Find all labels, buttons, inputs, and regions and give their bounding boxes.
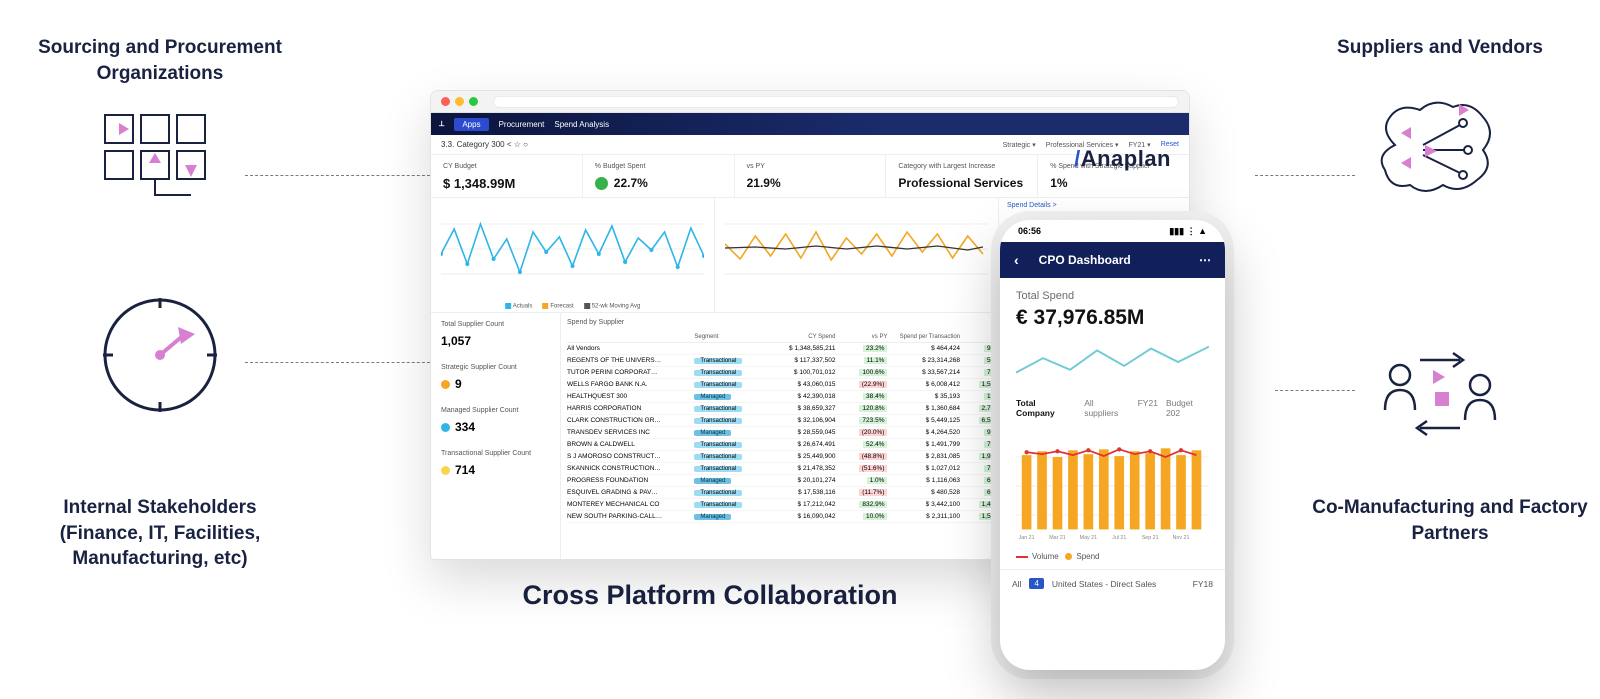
- grid-icon: [95, 105, 235, 225]
- nav-apps[interactable]: Apps: [454, 118, 488, 131]
- svg-text:May 21: May 21: [1080, 535, 1097, 541]
- kpi-cat-title: Category with Largest Increase: [898, 163, 1025, 170]
- phone-title: CPO Dashboard: [1039, 253, 1131, 267]
- kpi-pct-budget-value: 22.7%: [614, 176, 648, 190]
- kpi-strat-value: 1%: [1050, 176, 1177, 190]
- dot-icon: [441, 466, 450, 475]
- total-supplier-count: 1,057: [441, 334, 550, 348]
- traffic-light-min-icon[interactable]: [455, 97, 464, 106]
- dot-icon: [441, 380, 450, 389]
- table-row[interactable]: PROGRESS FOUNDATIONManaged$ 20,101,2741.…: [567, 475, 1012, 487]
- kpi-cy-budget-value: $ 1,348.99M: [443, 176, 570, 191]
- stakeholder-label-tl: Sourcing and Procurement Organizations: [20, 35, 300, 86]
- spend-by-supplier-table: Spend by Supplier Segment CY Spend vs PY…: [561, 313, 1019, 560]
- table-row[interactable]: SKANNICK CONSTRUCTION…Transactional$ 21,…: [567, 463, 1012, 475]
- table-row[interactable]: MONTEREY MECHANICAL COTransactional$ 17,…: [567, 499, 1012, 511]
- kpi-cy-budget-title: CY Budget: [443, 163, 570, 170]
- stakeholder-label-br: Co-Manufacturing and Factory Partners: [1300, 495, 1600, 546]
- table-row[interactable]: BROWN & CALDWELLTransactional$ 26,674,49…: [567, 439, 1012, 451]
- anaplan-logo: /Anaplan: [1074, 146, 1171, 172]
- signal-icon: ▮▮▮ ⋮ ▲: [1169, 226, 1207, 237]
- trend-chart-right: [715, 198, 999, 312]
- breadcrumb-path[interactable]: 3.3. Category 300 < ☆ ○: [441, 140, 528, 149]
- connector-line: [1275, 390, 1355, 391]
- phone-mockup: 06:56 ▮▮▮ ⋮ ▲ ‹ CPO Dashboard ⋯ Total Sp…: [1000, 220, 1225, 670]
- total-spend-value: € 37,976.85M: [1016, 306, 1209, 330]
- phone-time: 06:56: [1018, 226, 1041, 236]
- table-row[interactable]: S J AMOROSO CONSTRUCT…Transactional$ 25,…: [567, 451, 1012, 463]
- table-row[interactable]: All Vendors$ 1,348,585,21123.2%$ 464,424…: [567, 343, 1012, 355]
- stakeholder-label-tr: Suppliers and Vendors: [1300, 35, 1580, 61]
- diagram-caption: Cross Platform Collaboration: [430, 580, 990, 611]
- supplier-counts: Total Supplier Count 1,057 Strategic Sup…: [431, 313, 561, 560]
- phone-chart-legend: Volume Spend: [1016, 552, 1209, 561]
- managed-supplier-count: 334: [455, 420, 475, 434]
- status-dot-icon: [595, 177, 608, 190]
- table-row[interactable]: TRANSDEV SERVICES INCManaged$ 28,559,045…: [567, 427, 1012, 439]
- svg-text:Mar 21: Mar 21: [1049, 535, 1066, 541]
- txn-supplier-count: 714: [455, 463, 475, 477]
- phone-header: ‹ CPO Dashboard ⋯: [1000, 242, 1225, 278]
- browser-chrome: [431, 91, 1189, 113]
- partners-icon: [1365, 330, 1505, 450]
- filter-strategic[interactable]: Strategic ▾: [1003, 141, 1036, 149]
- svg-text:Jul 21: Jul 21: [1112, 535, 1126, 541]
- app-navbar: ⟂ Apps Procurement Spend Analysis: [431, 113, 1189, 135]
- connector-line: [245, 362, 435, 363]
- table-row[interactable]: HARRIS CORPORATIONTransactional$ 38,659,…: [567, 403, 1012, 415]
- table-row[interactable]: REGENTS OF THE UNIVERS…Transactional$ 11…: [567, 355, 1012, 367]
- nav-spend-analysis[interactable]: Spend Analysis: [554, 120, 609, 129]
- kpi-vspy-title: vs PY: [747, 163, 874, 170]
- svg-text:Nov 21: Nov 21: [1173, 535, 1190, 541]
- count-chip: 4: [1029, 578, 1043, 589]
- back-icon[interactable]: ‹: [1014, 252, 1019, 268]
- phone-bottom-bar[interactable]: All 4 United States - Direct Sales FY18: [1000, 569, 1225, 597]
- svg-text:Jan 21: Jan 21: [1019, 535, 1035, 541]
- connector-line: [245, 175, 435, 176]
- table-row[interactable]: WELLS FARGO BANK N.A.Transactional$ 43,0…: [567, 379, 1012, 391]
- table-row[interactable]: NEW SOUTH PARKING-CALL…Managed$ 16,090,0…: [567, 511, 1012, 523]
- stakeholder-label-bl: Internal Stakeholders (Finance, IT, Faci…: [20, 495, 300, 572]
- sparkline-chart: [1016, 338, 1209, 388]
- table-row[interactable]: HEALTHQUEST 300Managed$ 42,390,01838.4%$…: [567, 391, 1012, 403]
- total-spend-label: Total Spend: [1016, 290, 1209, 302]
- connector-line: [1255, 175, 1355, 176]
- dot-icon: [441, 423, 450, 432]
- table-row[interactable]: TUTOR PERINI CORPORAT…Transactional$ 100…: [567, 367, 1012, 379]
- strategic-supplier-count: 9: [455, 377, 462, 391]
- kpi-pct-budget-title: % Budget Spent: [595, 163, 722, 170]
- chart-legend: Actuals Forecast 52-wk Moving Avg: [505, 303, 641, 310]
- phone-filters[interactable]: Total CompanyAll suppliers FY21Budget 20…: [1016, 398, 1209, 418]
- nav-procurement[interactable]: Procurement: [499, 120, 545, 129]
- spend-details-link[interactable]: Spend Details >: [1007, 202, 1057, 209]
- table-row[interactable]: ESQUIVEL GRADING & PAV…Transactional$ 17…: [567, 487, 1012, 499]
- table-row[interactable]: CLARK CONSTRUCTION GR…Transactional$ 32,…: [567, 415, 1012, 427]
- phone-status-bar: 06:56 ▮▮▮ ⋮ ▲: [1000, 220, 1225, 242]
- traffic-light-max-icon[interactable]: [469, 97, 478, 106]
- svg-text:Sep 21: Sep 21: [1142, 535, 1159, 541]
- traffic-light-close-icon[interactable]: [441, 97, 450, 106]
- gauge-icon: [95, 290, 235, 410]
- network-icon: [1365, 95, 1505, 215]
- volume-spend-chart: Jan 21 Mar 21 May 21 Jul 21 Sep 21 Nov 21: [1016, 426, 1209, 546]
- kpi-cat-value: Professional Services: [898, 176, 1025, 190]
- url-bar[interactable]: [493, 96, 1179, 108]
- kpi-vspy-value: 21.9%: [747, 176, 874, 190]
- trend-chart-left: Actuals Forecast 52-wk Moving Avg: [431, 198, 715, 312]
- more-icon[interactable]: ⋯: [1199, 253, 1211, 267]
